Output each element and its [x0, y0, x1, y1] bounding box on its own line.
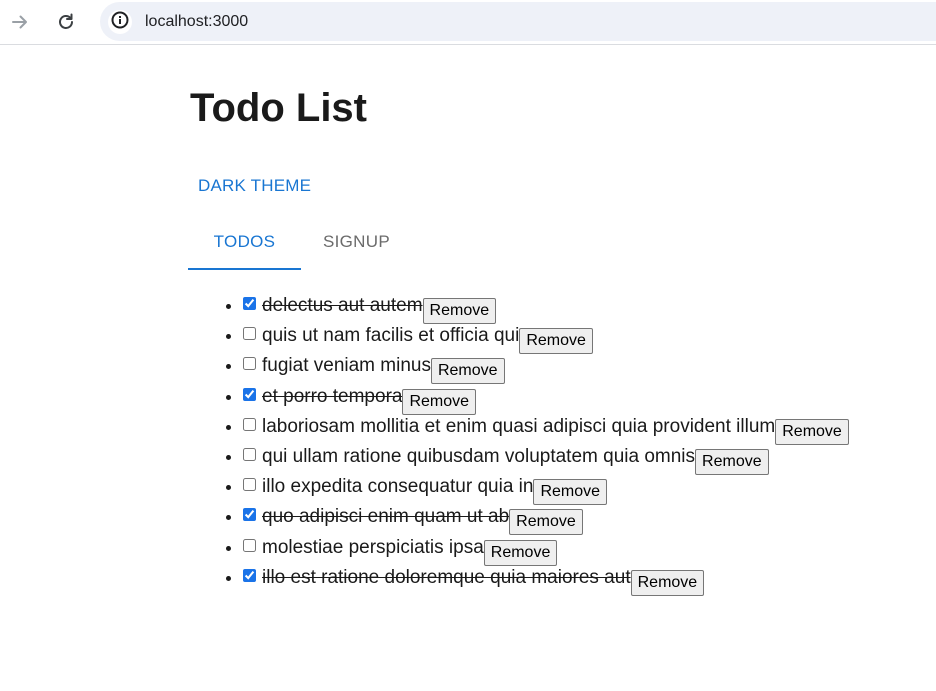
todo-checkbox[interactable] [243, 357, 256, 371]
site-info-button[interactable] [108, 10, 132, 34]
remove-button[interactable]: Remove [509, 509, 583, 536]
todo-item: fugiat veniam minusRemove [243, 351, 849, 385]
todo-checkbox[interactable] [243, 478, 256, 492]
reload-button[interactable] [52, 8, 80, 36]
todo-checkbox[interactable] [243, 568, 256, 582]
todo-checkbox[interactable] [243, 508, 256, 522]
todo-text: et porro tempora [262, 385, 403, 407]
dark-theme-button[interactable]: DARK THEME [190, 170, 319, 202]
remove-button[interactable]: Remove [519, 328, 593, 355]
todo-text: qui ullam ratione quibusdam voluptatem q… [262, 445, 696, 467]
todo-item: laboriosam mollitia et enim quasi adipis… [243, 412, 849, 445]
remove-button[interactable]: Remove [775, 418, 849, 445]
todo-text: quis ut nam facilis et officia qui [262, 325, 520, 347]
todo-item: qui ullam ratione quibusdam voluptatem q… [243, 442, 849, 475]
remove-button[interactable]: Remove [630, 569, 705, 596]
todo-item: delectus aut autemRemove [243, 291, 849, 324]
info-icon [110, 10, 130, 35]
todo-item: quo adipisci enim quam ut abRemove [243, 502, 849, 536]
todo-item: molestiae perspiciatis ipsaRemove [243, 533, 849, 566]
remove-button[interactable]: Remove [483, 539, 558, 566]
todo-checkbox[interactable] [243, 417, 256, 431]
todo-checkbox[interactable] [243, 538, 256, 552]
todo-item: illo est ratione doloremque quia maiores… [243, 563, 849, 596]
todo-checkbox[interactable] [243, 447, 256, 461]
todo-text: quo adipisci enim quam ut ab [262, 506, 510, 528]
todo-checkbox[interactable] [243, 327, 256, 341]
todo-text: illo est ratione doloremque quia maiores… [262, 566, 631, 588]
todo-text: molestiae perspiciatis ipsa [262, 536, 484, 558]
remove-button[interactable]: Remove [402, 388, 477, 415]
forward-button[interactable] [6, 8, 34, 36]
arrow-right-icon [10, 12, 30, 32]
todo-text: laboriosam mollitia et enim quasi adipis… [262, 415, 776, 437]
todo-text: delectus aut autem [262, 295, 423, 316]
remove-button[interactable]: Remove [695, 448, 769, 475]
reload-icon [56, 12, 76, 32]
tab-signup[interactable]: SIGNUP [301, 216, 412, 268]
remove-button[interactable]: Remove [422, 298, 497, 324]
remove-button[interactable]: Remove [430, 358, 505, 385]
browser-toolbar: localhost:3000 [0, 0, 936, 45]
todo-item: illo expedita consequatur quia inRemove [243, 472, 849, 506]
todo-list: delectus aut autemRemove quis ut nam fac… [188, 291, 849, 596]
todo-checkbox[interactable] [243, 297, 256, 310]
tab-todos-label: TODOS [213, 232, 276, 251]
todo-item: et porro temporaRemove [243, 382, 849, 415]
page-title: Todo List [190, 86, 367, 130]
todo-text: illo expedita consequatur quia in [262, 476, 534, 498]
url-text: localhost:3000 [145, 13, 249, 30]
todo-text: fugiat veniam minus [262, 355, 431, 377]
todo-item: quis ut nam facilis et officia quiRemove [243, 321, 849, 355]
address-bar[interactable]: localhost:3000 [100, 2, 936, 41]
tab-todos[interactable]: TODOS [188, 216, 301, 270]
tab-signup-label: SIGNUP [323, 232, 390, 251]
tab-bar: TODOS SIGNUP [188, 216, 412, 270]
tab-indicator [188, 268, 301, 270]
remove-button[interactable]: Remove [533, 479, 608, 506]
todo-checkbox[interactable] [243, 387, 256, 401]
